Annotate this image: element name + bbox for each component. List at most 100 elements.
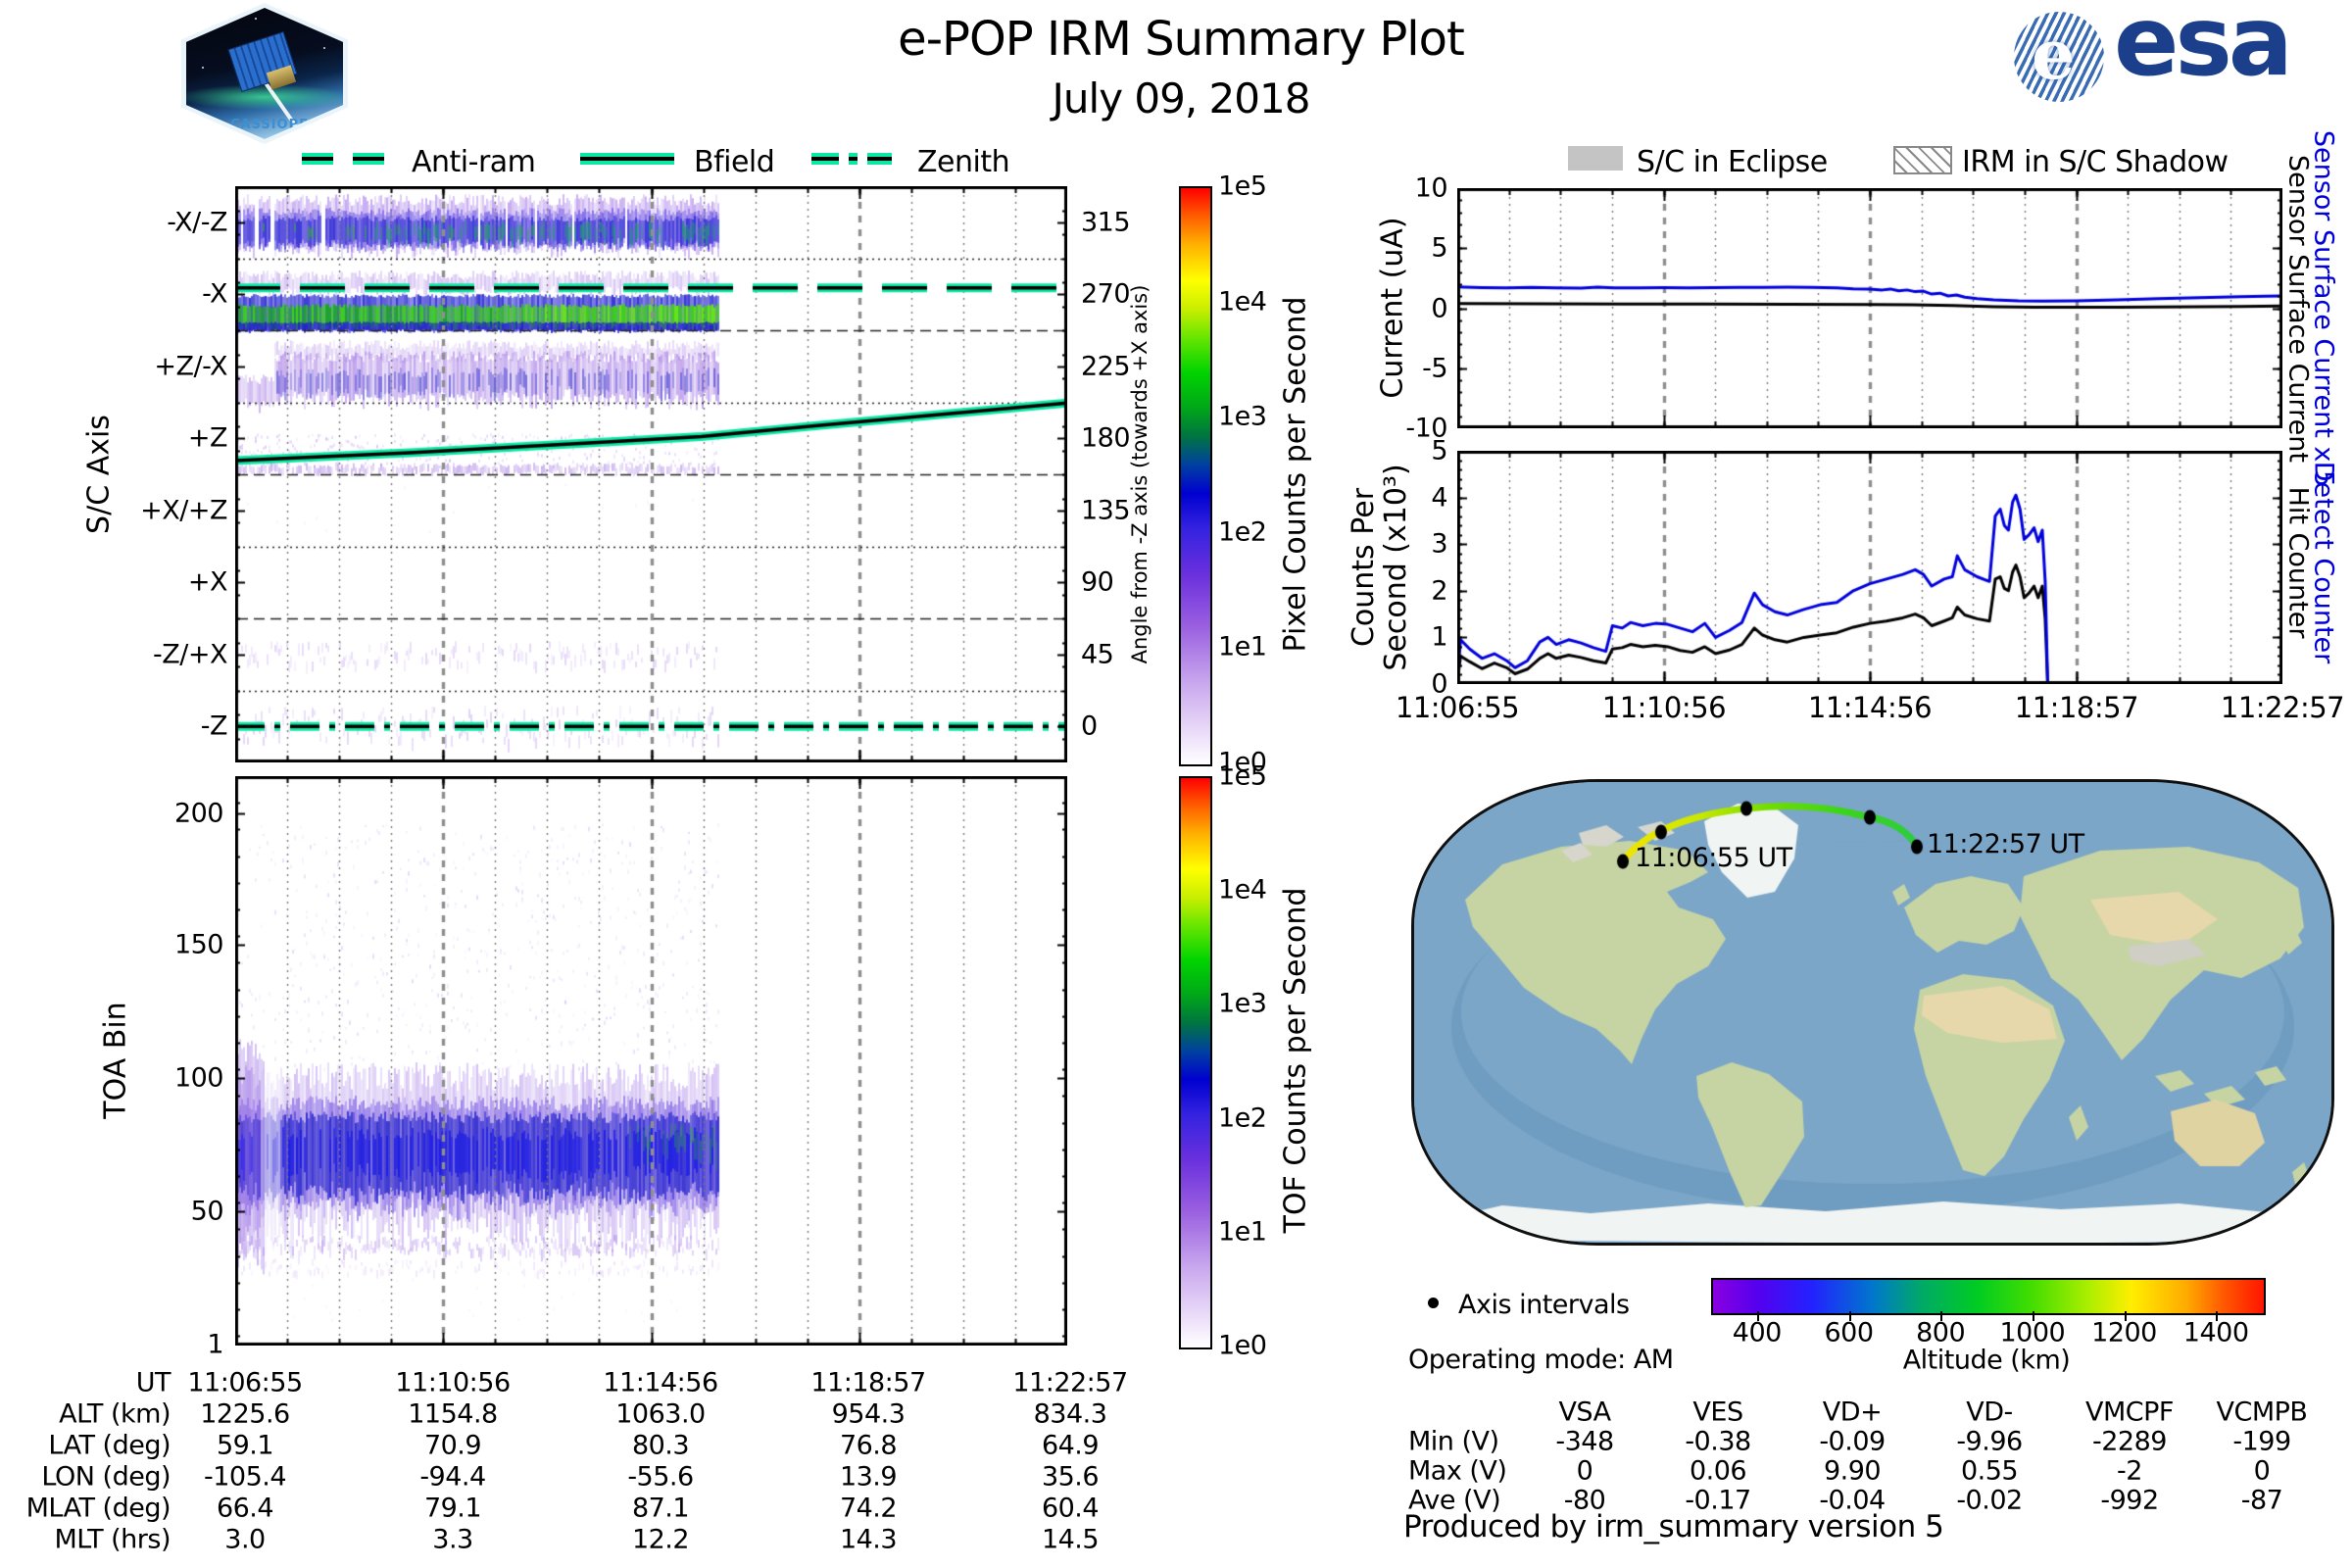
voltage-value: -9.96 bbox=[1956, 1426, 2023, 1457]
ephemeris-value: 12.2 bbox=[631, 1524, 690, 1555]
voltage-value: -348 bbox=[1555, 1426, 1614, 1457]
voltage-value: 0 bbox=[1576, 1455, 1593, 1487]
time-tick-label: 11:22:57 bbox=[2220, 691, 2345, 724]
sc-axis-row-label: +Z bbox=[187, 422, 228, 454]
ephemeris-value: 35.6 bbox=[1041, 1461, 1100, 1493]
voltage-value: -2289 bbox=[2092, 1426, 2167, 1457]
anti-ram-legend-marker bbox=[302, 153, 386, 165]
y-tick-label: 10 bbox=[1414, 172, 1448, 204]
voltage-value: 0.06 bbox=[1689, 1455, 1747, 1487]
sc-axis-row-label: +X bbox=[187, 566, 228, 598]
ephemeris-value: 74.2 bbox=[839, 1493, 898, 1524]
toa-ytick-label: 1 bbox=[207, 1329, 223, 1360]
altitude-colorbar bbox=[1711, 1278, 2266, 1315]
eclipse-legend-swatch bbox=[1568, 146, 1623, 171]
zenith-legend-marker bbox=[811, 153, 892, 165]
angle-tick-label: 180 bbox=[1081, 422, 1131, 454]
ephemeris-value: 87.1 bbox=[631, 1493, 690, 1524]
voltage-column-header: VES bbox=[1692, 1396, 1743, 1428]
ephemeris-row-label: LON (deg) bbox=[41, 1461, 171, 1493]
time-tick-label: 11:14:56 bbox=[1807, 691, 1933, 724]
ephemeris-value: 66.4 bbox=[216, 1493, 274, 1524]
irm-shadow-legend-label: IRM in S/C Shadow bbox=[1962, 145, 2229, 179]
ephemeris-value: 11:14:56 bbox=[603, 1367, 718, 1398]
ephemeris-value: 954.3 bbox=[831, 1398, 906, 1430]
altitude-tick-label: 1200 bbox=[2091, 1317, 2157, 1348]
epop-irm-summary-page: CASSIOPE e-POP IRM Summary Plot July 09,… bbox=[0, 0, 2352, 1568]
altitude-colorbar-label: Altitude (km) bbox=[1902, 1345, 2071, 1376]
ephemeris-value: 11:06:55 bbox=[187, 1367, 303, 1398]
tof-colorbar-tick: 1e2 bbox=[1218, 1102, 1267, 1134]
ephemeris-value: 11:10:56 bbox=[395, 1367, 511, 1398]
sc-axis-row-label: +Z/-X bbox=[154, 351, 227, 382]
voltage-value: -87 bbox=[2240, 1485, 2283, 1516]
altitude-tick-label: 1400 bbox=[2182, 1317, 2249, 1348]
sc-axis-row-label: +X/+Z bbox=[140, 495, 227, 526]
y-tick-label: 2 bbox=[1431, 575, 1447, 607]
y-tick-label: 3 bbox=[1431, 528, 1447, 560]
hit-counter-label: Hit Counter bbox=[2282, 486, 2314, 639]
toa-ytick-label: 150 bbox=[173, 929, 224, 960]
counts-ylabel-line1: Counts Per bbox=[1347, 487, 1381, 648]
voltage-value: -0.38 bbox=[1685, 1426, 1751, 1457]
voltage-value: -80 bbox=[1563, 1485, 1606, 1516]
altitude-tick-label: 800 bbox=[1916, 1317, 1966, 1348]
ephemeris-value: 1225.6 bbox=[200, 1398, 290, 1430]
ephemeris-value: 11:18:57 bbox=[810, 1367, 926, 1398]
voltage-value: -199 bbox=[2232, 1426, 2291, 1457]
ephemeris-value: 14.5 bbox=[1041, 1524, 1100, 1555]
ephemeris-value: 13.9 bbox=[839, 1461, 898, 1493]
sc-axis-row-label: -X/-Z bbox=[167, 207, 227, 238]
sc-axis-row-label: -Z/+X bbox=[153, 639, 227, 670]
voltage-value: 9.90 bbox=[1823, 1455, 1882, 1487]
voltage-row-label: Min (V) bbox=[1408, 1426, 1499, 1457]
voltage-column-header: VD+ bbox=[1822, 1396, 1883, 1428]
voltage-value: 0 bbox=[2253, 1455, 2271, 1487]
operating-mode-label: Operating mode: AM bbox=[1408, 1345, 1674, 1375]
ephemeris-value: 11:22:57 bbox=[1012, 1367, 1128, 1398]
time-tick-label: 11:18:57 bbox=[2014, 691, 2139, 724]
counts-ylabel: Counts Per Second (x10³) bbox=[1347, 464, 1413, 670]
sc-axis-row-label: -Z bbox=[200, 710, 228, 742]
ephemeris-value: 60.4 bbox=[1041, 1493, 1100, 1524]
voltage-column-header: VD- bbox=[1966, 1396, 2013, 1428]
tof-colorbar-tick: 1e4 bbox=[1218, 874, 1267, 906]
voltage-value: 0.55 bbox=[1960, 1455, 2019, 1487]
axis-intervals-label: Axis intervals bbox=[1458, 1290, 1630, 1320]
sc-axis-ylabel: S/C Axis bbox=[81, 415, 117, 534]
ephemeris-value: 80.3 bbox=[631, 1430, 690, 1461]
angle-axis-label: Angle from -Z axis (towards +X axis) bbox=[1128, 284, 1152, 664]
pixel-counts-colorbar-label: Pixel Counts per Second bbox=[1278, 296, 1313, 653]
track-end-label: 11:22:57 UT bbox=[1927, 829, 2084, 859]
ephemeris-value: 79.1 bbox=[423, 1493, 482, 1524]
current-plot bbox=[1457, 188, 2282, 428]
ephemeris-row-label: ALT (km) bbox=[59, 1398, 171, 1430]
voltage-value: -0.02 bbox=[1956, 1485, 2023, 1516]
axis-intervals-marker bbox=[1428, 1298, 1439, 1308]
time-tick-label: 11:06:55 bbox=[1395, 691, 1520, 724]
eclipse-legend-label: S/C in Eclipse bbox=[1637, 145, 1828, 179]
anti-ram-legend-label: Anti-ram bbox=[412, 145, 536, 179]
voltage-value: -0.04 bbox=[1819, 1485, 1886, 1516]
altitude-tick-label: 400 bbox=[1732, 1317, 1783, 1348]
tof-counts-colorbar bbox=[1179, 776, 1212, 1349]
angle-tick-label: 0 bbox=[1081, 710, 1098, 742]
bfield-legend-marker bbox=[580, 153, 674, 165]
voltage-column-header: VCMPB bbox=[2216, 1396, 2308, 1428]
voltage-column-header: VMCPF bbox=[2085, 1396, 2174, 1428]
y-tick-label: -5 bbox=[1422, 353, 1447, 384]
angle-tick-label: 315 bbox=[1081, 207, 1131, 238]
ephemeris-value: -105.4 bbox=[203, 1461, 287, 1493]
toa-bin-ylabel: TOA Bin bbox=[98, 1002, 133, 1119]
pixel-colorbar-tick: 1e4 bbox=[1218, 286, 1267, 318]
ephemeris-value: 70.9 bbox=[423, 1430, 482, 1461]
voltage-value: -2 bbox=[2117, 1455, 2142, 1487]
voltage-value: -0.09 bbox=[1819, 1426, 1886, 1457]
current-ylabel: Current (uA) bbox=[1375, 217, 1410, 399]
page-title: e-POP IRM Summary Plot bbox=[898, 12, 1465, 67]
irm-shadow-legend-swatch bbox=[1893, 146, 1952, 174]
toa-bin-spectrogram bbox=[235, 776, 1067, 1346]
ground-track-map bbox=[1411, 779, 2334, 1246]
sensor-surface-current-label: Sensor Surface Current bbox=[2282, 155, 2314, 463]
pixel-colorbar-tick: 1e5 bbox=[1218, 171, 1267, 202]
